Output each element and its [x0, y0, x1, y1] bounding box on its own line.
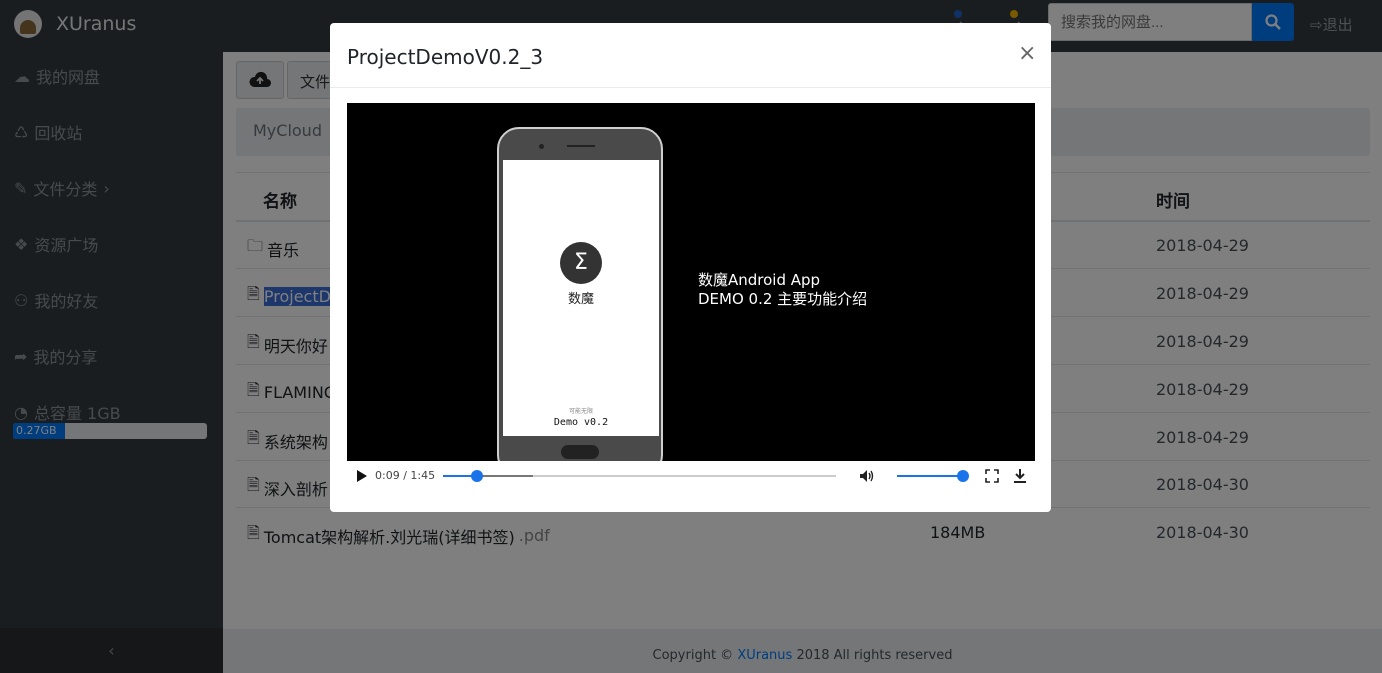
- app-version: Demo v0.2: [553, 417, 609, 428]
- close-button[interactable]: ×: [1018, 41, 1036, 66]
- play-icon[interactable]: [357, 470, 367, 482]
- modal-header-divider: [330, 87, 1051, 88]
- time-display: 0:09 / 1:45: [375, 469, 436, 482]
- video-preview-modal: ProjectDemoV0.2_3 × Σ 数魔 可能无限 Demo v0.2 …: [330, 23, 1051, 512]
- video-caption: 数魔Android App DEMO 0.2 主要功能介绍: [698, 271, 868, 308]
- modal-title: ProjectDemoV0.2_3: [347, 45, 544, 69]
- volume-handle[interactable]: [957, 470, 969, 482]
- volume-icon[interactable]: [859, 469, 875, 483]
- phone-camera: [539, 144, 544, 149]
- volume-slider[interactable]: [897, 470, 969, 482]
- download-icon[interactable]: [1013, 468, 1027, 484]
- sigma-logo-icon: Σ: [560, 242, 602, 284]
- phone-home-button: [561, 445, 599, 459]
- phone-mockup: Σ 数魔 可能无限 Demo v0.2: [497, 127, 663, 477]
- phone-speaker: [567, 145, 595, 147]
- app-name: 数魔: [567, 292, 594, 307]
- video-player[interactable]: Σ 数魔 可能无限 Demo v0.2 数魔Android App DEMO 0…: [347, 103, 1035, 490]
- app-caption: 可能无限: [568, 408, 593, 415]
- seek-handle[interactable]: [470, 470, 483, 482]
- video-controls: 0:09 / 1:45: [347, 461, 1035, 490]
- seek-bar[interactable]: [443, 470, 836, 482]
- fullscreen-icon[interactable]: [985, 469, 999, 483]
- phone-screen: Σ 数魔 可能无限 Demo v0.2: [503, 160, 659, 436]
